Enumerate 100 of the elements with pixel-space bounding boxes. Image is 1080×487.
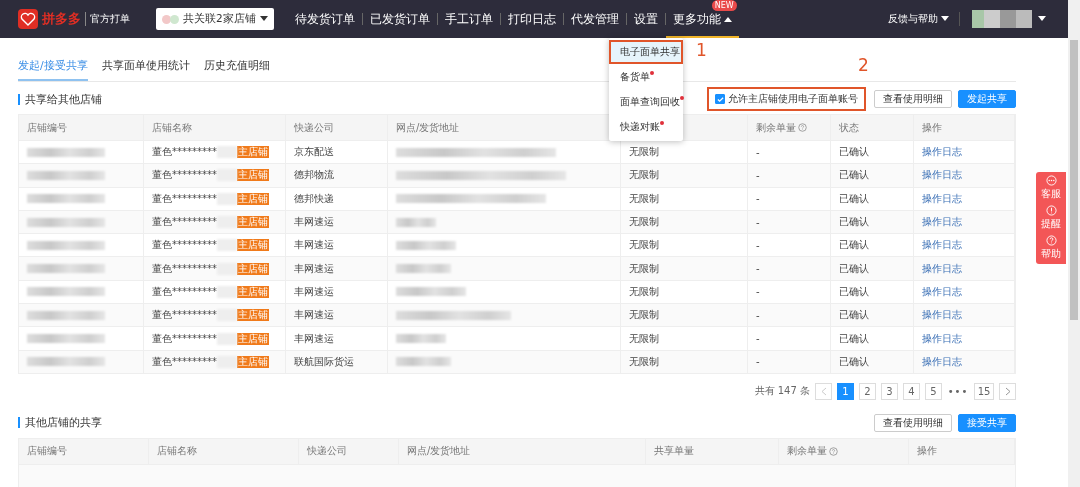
table-cell: 已确认 [839, 261, 869, 276]
table-cell: 董色********* [152, 354, 217, 369]
help-icon [1045, 235, 1057, 246]
blurred-block [396, 334, 446, 343]
nav-item[interactable]: 手工订单 [437, 0, 500, 38]
tab[interactable]: 共享面单使用统计 [101, 58, 190, 81]
column-header: 店铺编号 [27, 444, 67, 459]
side-button[interactable]: 提醒 [1041, 205, 1061, 231]
log-link[interactable]: 操作日志 [922, 284, 962, 299]
column-header: 状态 [839, 120, 859, 135]
table-cell: 已确认 [839, 145, 869, 160]
table-cell: - [756, 309, 760, 321]
main-store-tag: 主店铺 [237, 355, 269, 368]
caret-down-icon [941, 16, 949, 22]
usage-details-button[interactable]: 查看使用明细 [874, 413, 952, 432]
column-header: 店铺名称 [152, 120, 192, 135]
menu-item[interactable]: 电子面单共享 [609, 40, 683, 64]
accept-share-button[interactable]: 接受共享 [958, 413, 1016, 432]
column-header: 剩余单量 [787, 444, 827, 459]
table-cell: 德邦快递 [294, 191, 334, 206]
table-cell: 丰网速运 [294, 284, 334, 299]
table-cell: 丰网速运 [294, 238, 334, 253]
new-badge: NEW [711, 0, 737, 11]
page-button[interactable]: 1 [837, 382, 854, 400]
table-cell: 董色********* [152, 168, 217, 183]
nav-item[interactable]: 已发货订单 [362, 0, 437, 38]
blurred-block [217, 146, 237, 159]
annotation-number: 2 [858, 55, 869, 75]
store-selector[interactable]: 共关联2家店铺 [156, 8, 274, 30]
table-cell: 已确认 [839, 238, 869, 253]
table-cell: 无限制 [629, 215, 659, 230]
main-store-tag: 主店铺 [237, 239, 269, 252]
table-cell: 董色********* [152, 145, 217, 160]
caret-up-icon [723, 16, 732, 22]
blurred-block [217, 309, 237, 322]
column-header: 网点/发货地址 [396, 120, 460, 135]
blurred-block [217, 355, 237, 368]
blurred-block [396, 287, 466, 297]
blurred-block [217, 262, 237, 275]
table-cell: 无限制 [629, 238, 659, 253]
table-cell: - [756, 169, 760, 181]
column-header: 快递公司 [294, 120, 334, 135]
help-menu[interactable]: 反馈与帮助 [888, 12, 960, 26]
table-cell: - [756, 286, 760, 298]
blurred-block [972, 10, 1032, 28]
usage-details-button[interactable]: 查看使用明细 [874, 90, 952, 108]
table-cell: 无限制 [629, 331, 659, 346]
chevron-right-icon [1004, 386, 1011, 396]
page-button[interactable]: 15 [974, 382, 994, 400]
nav-item[interactable]: 设置 [626, 0, 665, 38]
table-cell: 已确认 [839, 284, 869, 299]
table-cell: 董色********* [152, 284, 217, 299]
main-store-tag: 主店铺 [237, 285, 269, 298]
page-button[interactable]: 5 [925, 382, 942, 400]
table-cell: 无限制 [629, 191, 659, 206]
tab[interactable]: 历史充值明细 [203, 58, 270, 81]
log-link[interactable]: 操作日志 [922, 191, 962, 206]
log-link[interactable]: 操作日志 [922, 331, 962, 346]
store-avatars-icon [162, 14, 179, 24]
next-page-button[interactable] [999, 382, 1016, 400]
table-cell: - [756, 193, 760, 205]
annotation-number: 1 [696, 40, 707, 60]
menu-item[interactable]: 快递对账 [609, 114, 683, 139]
table-cell: 已确认 [839, 331, 869, 346]
caret-down-icon [259, 16, 268, 22]
table-cell: 丰网速运 [294, 261, 334, 276]
table-cell: - [756, 146, 760, 158]
column-header: 网点/发货地址 [407, 444, 471, 459]
nav-item[interactable]: 打印日志 [500, 0, 563, 38]
column-header: 剩余单量 [756, 120, 796, 135]
column-header: 店铺名称 [157, 444, 197, 459]
menu-item[interactable]: 面单查询回收 [609, 89, 683, 114]
blurred-block [396, 264, 451, 274]
alert-icon [1045, 205, 1057, 216]
menu-item[interactable]: 备货单 [609, 64, 683, 89]
blurred-block [396, 217, 436, 227]
log-link[interactable]: 操作日志 [922, 145, 962, 160]
prev-page-button[interactable] [815, 382, 832, 400]
side-button[interactable]: 帮助 [1041, 235, 1061, 261]
share-button[interactable]: 发起共享 [958, 90, 1016, 108]
section-title: 其他店铺的共享 [18, 417, 102, 429]
blurred-block [217, 239, 237, 252]
table-cell: 董色********* [152, 308, 217, 323]
table-cell: - [756, 263, 760, 275]
table-cell: 已确认 [839, 191, 869, 206]
nav-item[interactable]: 代发管理 [563, 0, 626, 38]
side-button[interactable]: 客服 [1041, 175, 1061, 201]
log-link[interactable]: 操作日志 [922, 238, 962, 253]
blurred-block [217, 192, 237, 205]
scrollbar[interactable] [1068, 0, 1080, 487]
tab[interactable]: 发起/接受共享 [18, 58, 88, 81]
table-cell: - [756, 239, 760, 251]
page-button[interactable]: 3 [881, 382, 898, 400]
table-cell: 董色********* [152, 215, 217, 230]
allow-checkbox[interactable]: 允许主店铺使用电子面单账号 [711, 92, 862, 106]
page-button[interactable]: 4 [903, 382, 920, 400]
column-header: 店铺编号 [27, 120, 67, 135]
main-store-tag: 主店铺 [237, 216, 269, 229]
nav-item[interactable]: 待发货订单 [287, 0, 362, 38]
page-button[interactable]: 2 [859, 382, 876, 400]
